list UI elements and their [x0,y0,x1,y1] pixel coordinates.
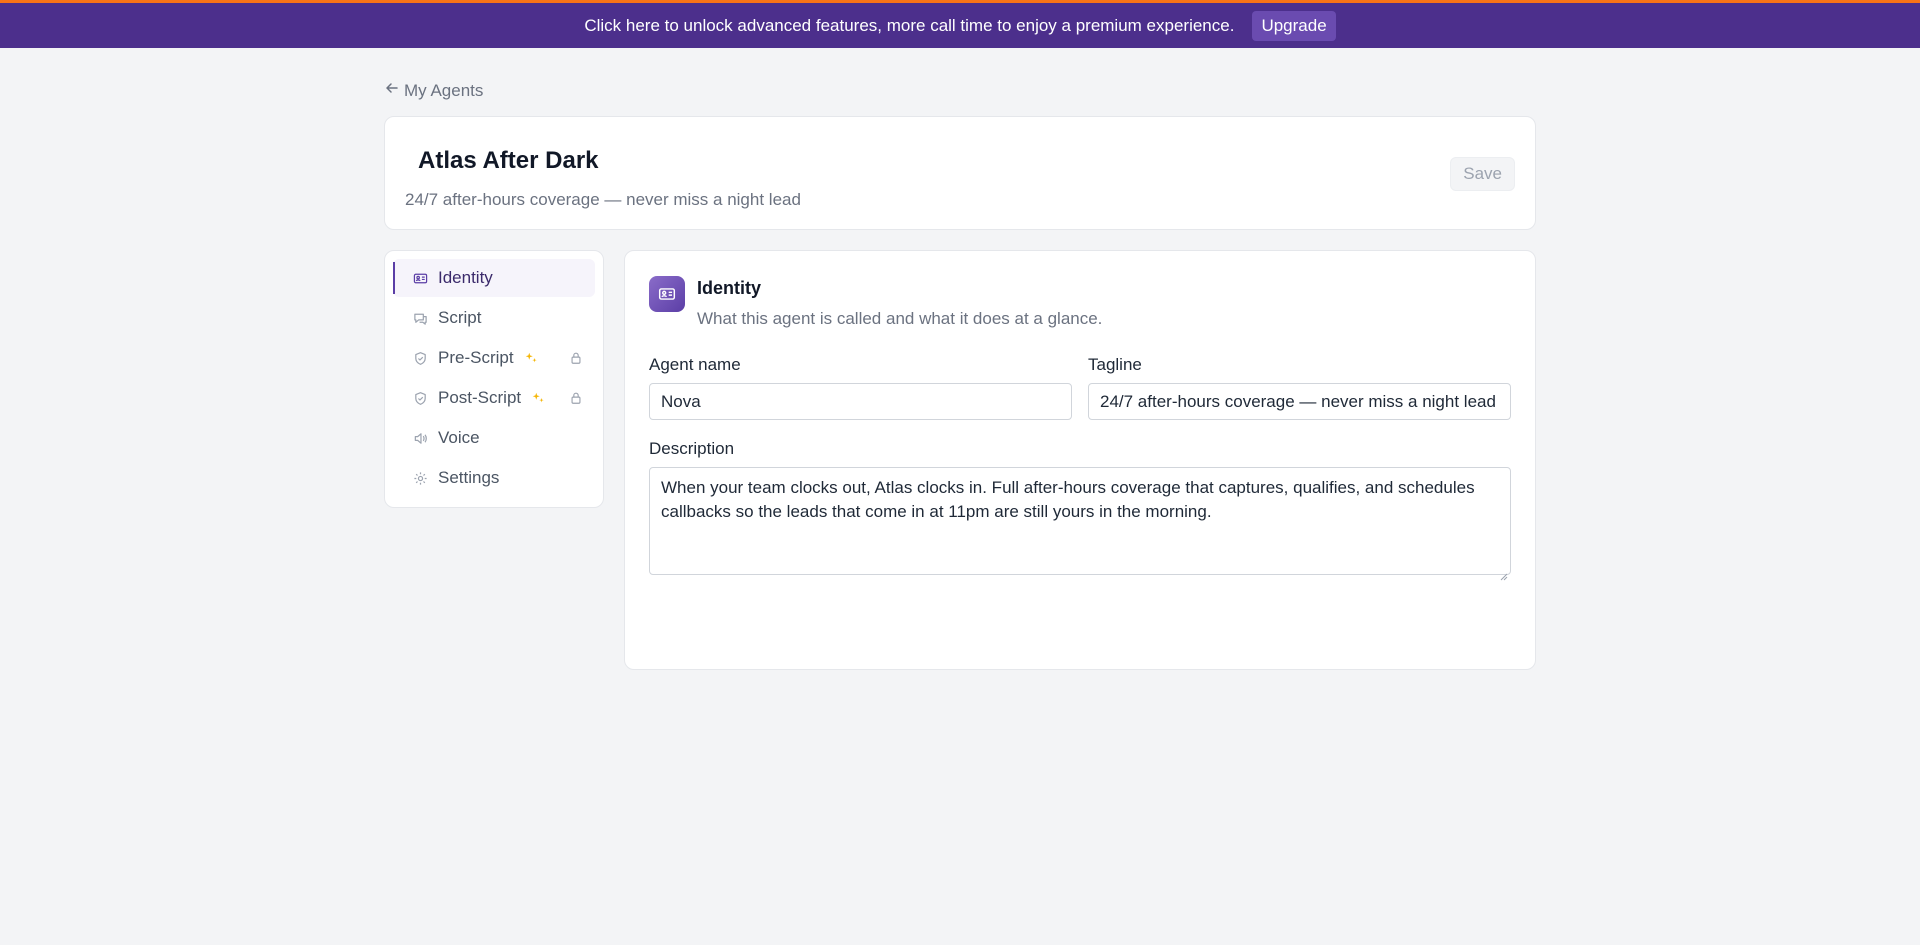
lock-icon [569,391,583,405]
sidebar-item-identity[interactable]: Identity [393,259,595,297]
section-sidebar: Identity Script Pre-Script Post-Script V… [384,250,604,508]
section-description: What this agent is called and what it do… [697,309,1103,328]
save-button[interactable]: Save [1450,157,1515,191]
sidebar-item-post-script[interactable]: Post-Script [393,379,595,417]
agent-name-label: Agent name [649,355,741,374]
sidebar-item-pre-script[interactable]: Pre-Script [393,339,595,377]
id-card-icon [649,276,685,312]
tagline-input[interactable]: 24/7 after-hours coverage — never miss a… [1088,383,1511,420]
description-textarea[interactable]: When your team clocks out, Atlas clocks … [649,467,1511,581]
identity-panel: Identity What this agent is called and w… [624,250,1536,670]
upgrade-banner[interactable]: Click here to unlock advanced features, … [0,3,1920,48]
sidebar-item-voice[interactable]: Voice [393,419,595,457]
section-title: Identity [697,278,762,298]
banner-message[interactable]: Click here to unlock advanced features, … [584,16,1234,36]
upgrade-button[interactable]: Upgrade [1252,10,1336,41]
description-label: Description [649,439,735,458]
sidebar-item-label: Post-Script [438,388,522,407]
tagline-label: Tagline [1088,355,1142,374]
agent-subtitle: 24/7 after-hours coverage — never miss a… [405,190,801,209]
agent-title: Atlas After Dark [418,147,599,174]
back-to-agents-link[interactable]: My Agents [384,80,483,101]
sidebar-item-label: Voice [438,428,480,447]
shield-icon [413,391,428,406]
id-card-icon [413,271,428,286]
back-link-label: My Agents [404,80,484,100]
description-text: When your team clocks out, Atlas clocks … [661,478,1475,521]
sidebar-item-label: Settings [438,468,500,487]
sidebar-item-settings[interactable]: Settings [393,459,595,497]
sparkle-icon [531,391,545,405]
lock-icon [569,351,583,365]
sparkle-icon [524,351,538,365]
chat-icon [413,311,428,326]
shield-icon [413,351,428,366]
agent-name-input[interactable]: Nova [649,383,1072,420]
sidebar-item-script[interactable]: Script [393,299,595,337]
speaker-icon [413,431,428,446]
sidebar-item-label: Identity [438,268,493,287]
sidebar-item-label: Pre-Script [438,348,514,367]
arrow-left-icon [384,80,400,101]
gear-icon [413,471,428,486]
sidebar-item-label: Script [438,308,482,327]
agent-header-card: Atlas After Dark 24/7 after-hours covera… [384,116,1536,230]
resize-handle-icon[interactable] [1500,564,1508,581]
